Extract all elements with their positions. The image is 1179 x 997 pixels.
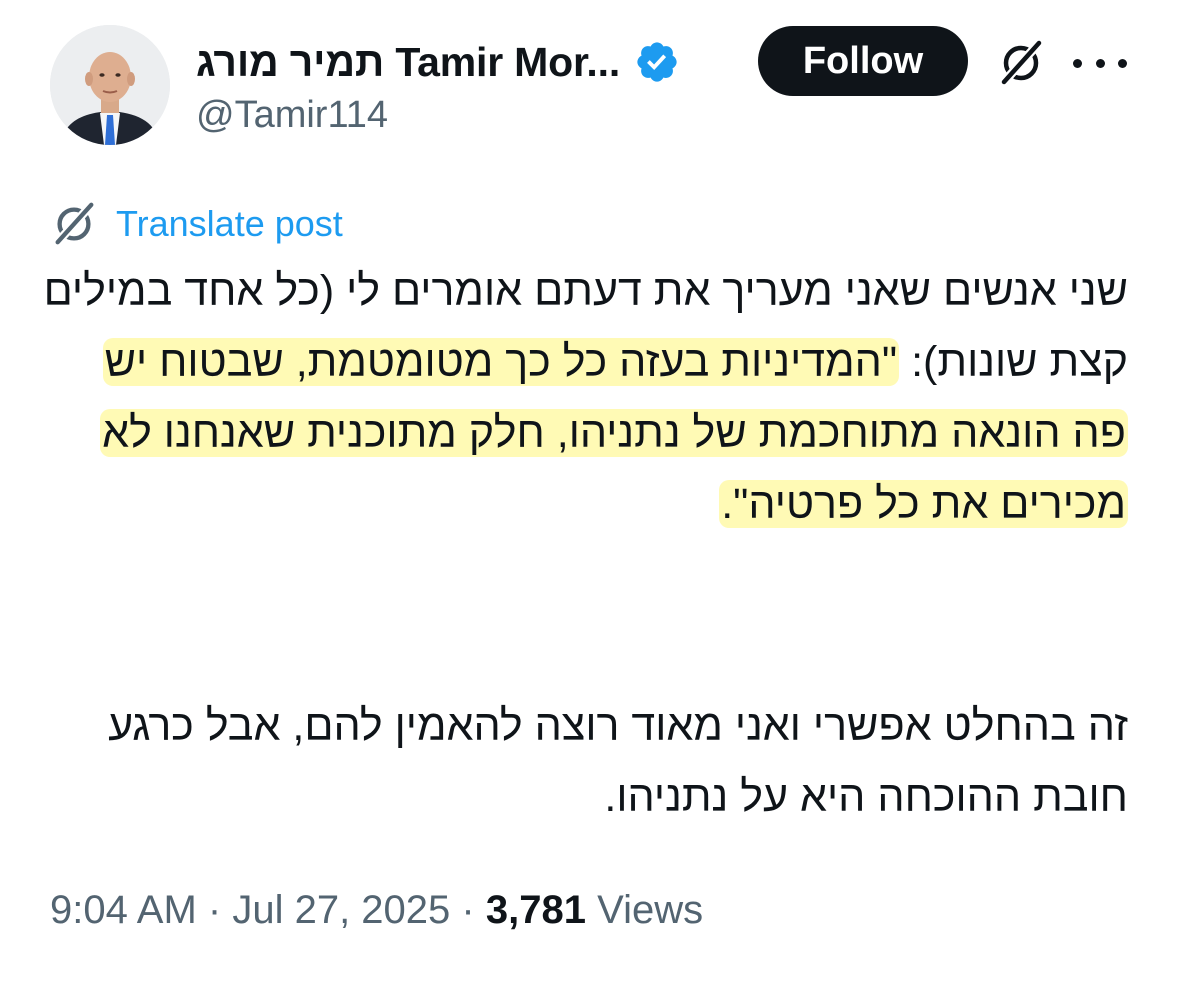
- more-dot: [1118, 58, 1127, 68]
- avatar-image: [50, 25, 170, 145]
- meta-separator: ·: [461, 888, 475, 932]
- name-row: תמיר מורג Tamir Mor...: [196, 30, 680, 94]
- views-count[interactable]: 3,781: [486, 888, 586, 932]
- display-name[interactable]: תמיר מורג Tamir Mor...: [196, 39, 620, 86]
- follow-button[interactable]: Follow: [758, 26, 968, 96]
- grok-translate-icon: [53, 201, 95, 247]
- avatar[interactable]: [50, 25, 170, 145]
- translate-post-label: Translate post: [116, 203, 343, 244]
- more-options-icon[interactable]: [1073, 40, 1127, 86]
- views-label: Views: [597, 888, 704, 932]
- more-dot: [1073, 58, 1082, 68]
- tweet-date[interactable]: Jul 27, 2025: [232, 888, 450, 932]
- translate-post-link[interactable]: Translate post: [50, 198, 343, 250]
- tweet-metadata: 9:04 AM · Jul 27, 2025 · 3,781 Views: [50, 888, 703, 933]
- tweet-text-paragraph-2: זה בהחלט אפשרי ואני מאוד רוצה להאמין להם…: [108, 702, 1128, 821]
- user-handle[interactable]: @Tamir114: [196, 94, 388, 137]
- more-dot: [1095, 58, 1105, 68]
- grok-icon[interactable]: [996, 38, 1046, 88]
- tweet-header: תמיר מורג Tamir Mor... @Tamir114 Follow: [0, 0, 1179, 160]
- meta-separator: ·: [207, 888, 222, 932]
- tweet-text-paragraph-1: שני אנשים שאני מעריך את דעתם אומרים לי (…: [40, 256, 1128, 540]
- verified-badge-icon: [637, 42, 677, 82]
- tweet-time[interactable]: 9:04 AM: [50, 888, 197, 932]
